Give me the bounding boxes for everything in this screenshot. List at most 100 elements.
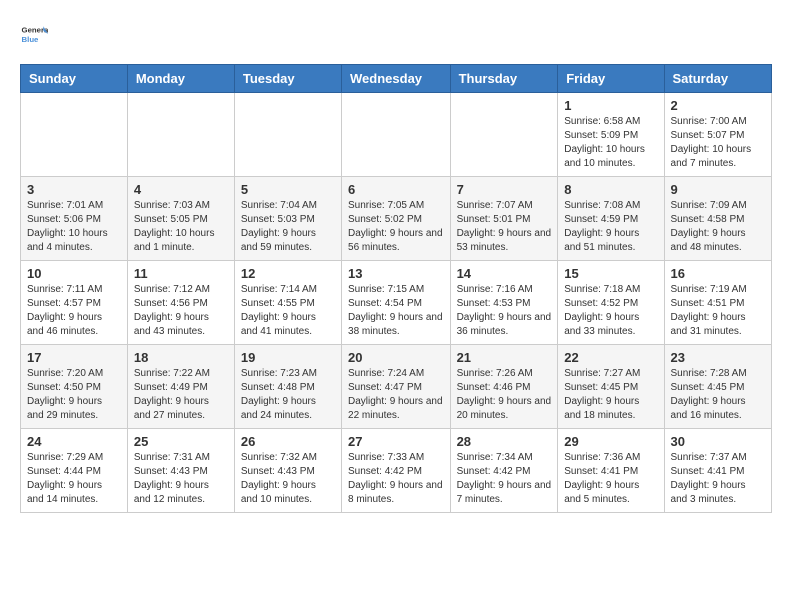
page-header: General Blue <box>20 20 772 48</box>
calendar-cell: 27 Sunrise: 7:33 AM Sunset: 4:42 PM Dayli… <box>342 429 451 513</box>
calendar-cell: 17 Sunrise: 7:20 AM Sunset: 4:50 PM Dayli… <box>21 345 128 429</box>
calendar-cell: 1Sunrise: 6:58 AM Sunset: 5:09 PM Daylig… <box>558 93 664 177</box>
day-number: 22 <box>564 350 657 365</box>
day-info: Sunrise: 7:22 AM Sunset: 4:49 PM Dayligh… <box>134 367 228 423</box>
day-number: 13 <box>348 266 444 281</box>
calendar-row: 24 Sunrise: 7:29 AM Sunset: 4:44 PM Dayli… <box>21 429 772 513</box>
day-number: 27 <box>348 434 444 449</box>
calendar-cell: 13 Sunrise: 7:15 AM Sunset: 4:54 PM Dayli… <box>342 261 451 345</box>
day-number: 14 <box>457 266 552 281</box>
calendar-cell: 12 Sunrise: 7:14 AM Sunset: 4:55 PM Dayli… <box>234 261 341 345</box>
day-number: 21 <box>457 350 552 365</box>
weekday-header-saturday: Saturday <box>664 65 771 93</box>
day-number: 8 <box>564 182 657 197</box>
day-info: Sunrise: 7:28 AM Sunset: 4:45 PM Dayligh… <box>671 367 765 423</box>
calendar-cell: 7 Sunrise: 7:07 AM Sunset: 5:01 PM Daylig… <box>450 177 558 261</box>
calendar-cell: 5 Sunrise: 7:04 AM Sunset: 5:03 PM Daylig… <box>234 177 341 261</box>
day-number: 16 <box>671 266 765 281</box>
calendar-cell: 3 Sunrise: 7:01 AM Sunset: 5:06 PM Daylig… <box>21 177 128 261</box>
calendar-cell <box>21 93 128 177</box>
day-number: 28 <box>457 434 552 449</box>
calendar-table: SundayMondayTuesdayWednesdayThursdayFrid… <box>20 64 772 513</box>
weekday-header-wednesday: Wednesday <box>342 65 451 93</box>
calendar-cell: 29 Sunrise: 7:36 AM Sunset: 4:41 PM Dayli… <box>558 429 664 513</box>
day-info: Sunrise: 7:14 AM Sunset: 4:55 PM Dayligh… <box>241 283 335 339</box>
day-info: Sunrise: 7:01 AM Sunset: 5:06 PM Dayligh… <box>27 199 121 255</box>
day-number: 23 <box>671 350 765 365</box>
calendar-cell: 23 Sunrise: 7:28 AM Sunset: 4:45 PM Dayli… <box>664 345 771 429</box>
day-info: Sunrise: 7:15 AM Sunset: 4:54 PM Dayligh… <box>348 283 444 339</box>
calendar-header: SundayMondayTuesdayWednesdayThursdayFrid… <box>21 65 772 93</box>
day-info: Sunrise: 7:20 AM Sunset: 4:50 PM Dayligh… <box>27 367 121 423</box>
calendar-cell: 8 Sunrise: 7:08 AM Sunset: 4:59 PM Daylig… <box>558 177 664 261</box>
day-info: Sunrise: 7:26 AM Sunset: 4:46 PM Dayligh… <box>457 367 552 423</box>
day-info: Sunrise: 7:09 AM Sunset: 4:58 PM Dayligh… <box>671 199 765 255</box>
day-info: Sunrise: 7:16 AM Sunset: 4:53 PM Dayligh… <box>457 283 552 339</box>
calendar-cell <box>234 93 341 177</box>
day-info: Sunrise: 7:11 AM Sunset: 4:57 PM Dayligh… <box>27 283 121 339</box>
day-info: Sunrise: 7:29 AM Sunset: 4:44 PM Dayligh… <box>27 451 121 507</box>
calendar-cell: 14 Sunrise: 7:16 AM Sunset: 4:53 PM Dayli… <box>450 261 558 345</box>
day-info: Sunrise: 7:05 AM Sunset: 5:02 PM Dayligh… <box>348 199 444 255</box>
day-number: 11 <box>134 266 228 281</box>
day-info: Sunrise: 7:07 AM Sunset: 5:01 PM Dayligh… <box>457 199 552 255</box>
day-info: Sunrise: 7:08 AM Sunset: 4:59 PM Dayligh… <box>564 199 657 255</box>
day-number: 2 <box>671 98 765 113</box>
calendar-cell: 16 Sunrise: 7:19 AM Sunset: 4:51 PM Dayli… <box>664 261 771 345</box>
weekday-header-friday: Friday <box>558 65 664 93</box>
day-number: 18 <box>134 350 228 365</box>
day-info: Sunrise: 7:03 AM Sunset: 5:05 PM Dayligh… <box>134 199 228 255</box>
day-info: Sunrise: 7:33 AM Sunset: 4:42 PM Dayligh… <box>348 451 444 507</box>
day-info: Sunrise: 7:37 AM Sunset: 4:41 PM Dayligh… <box>671 451 765 507</box>
weekday-header-tuesday: Tuesday <box>234 65 341 93</box>
day-number: 7 <box>457 182 552 197</box>
day-number: 19 <box>241 350 335 365</box>
calendar-cell: 19Sunrise: 7:23 AM Sunset: 4:48 PM Dayli… <box>234 345 341 429</box>
day-number: 5 <box>241 182 335 197</box>
svg-text:Blue: Blue <box>22 35 40 44</box>
weekday-header-sunday: Sunday <box>21 65 128 93</box>
day-number: 1 <box>564 98 657 113</box>
day-info: Sunrise: 7:36 AM Sunset: 4:41 PM Dayligh… <box>564 451 657 507</box>
day-info: Sunrise: 7:04 AM Sunset: 5:03 PM Dayligh… <box>241 199 335 255</box>
calendar-cell <box>342 93 451 177</box>
calendar-cell: 25Sunrise: 7:31 AM Sunset: 4:43 PM Dayli… <box>127 429 234 513</box>
day-info: Sunrise: 7:19 AM Sunset: 4:51 PM Dayligh… <box>671 283 765 339</box>
calendar-row: 17 Sunrise: 7:20 AM Sunset: 4:50 PM Dayli… <box>21 345 772 429</box>
calendar-cell: 9 Sunrise: 7:09 AM Sunset: 4:58 PM Daylig… <box>664 177 771 261</box>
calendar-row: 10 Sunrise: 7:11 AM Sunset: 4:57 PM Dayli… <box>21 261 772 345</box>
weekday-header-monday: Monday <box>127 65 234 93</box>
day-number: 17 <box>27 350 121 365</box>
day-number: 20 <box>348 350 444 365</box>
day-number: 6 <box>348 182 444 197</box>
day-info: Sunrise: 7:00 AM Sunset: 5:07 PM Dayligh… <box>671 115 765 171</box>
day-info: Sunrise: 7:27 AM Sunset: 4:45 PM Dayligh… <box>564 367 657 423</box>
calendar-cell: 24 Sunrise: 7:29 AM Sunset: 4:44 PM Dayli… <box>21 429 128 513</box>
calendar-cell: 28 Sunrise: 7:34 AM Sunset: 4:42 PM Dayli… <box>450 429 558 513</box>
day-info: Sunrise: 7:31 AM Sunset: 4:43 PM Dayligh… <box>134 451 228 507</box>
calendar-row: 3 Sunrise: 7:01 AM Sunset: 5:06 PM Daylig… <box>21 177 772 261</box>
logo: General Blue <box>20 20 52 48</box>
calendar-cell: 15Sunrise: 7:18 AM Sunset: 4:52 PM Dayli… <box>558 261 664 345</box>
day-info: Sunrise: 7:24 AM Sunset: 4:47 PM Dayligh… <box>348 367 444 423</box>
day-number: 9 <box>671 182 765 197</box>
day-number: 24 <box>27 434 121 449</box>
day-info: Sunrise: 7:32 AM Sunset: 4:43 PM Dayligh… <box>241 451 335 507</box>
day-number: 10 <box>27 266 121 281</box>
day-number: 26 <box>241 434 335 449</box>
header-row: SundayMondayTuesdayWednesdayThursdayFrid… <box>21 65 772 93</box>
day-number: 29 <box>564 434 657 449</box>
day-number: 3 <box>27 182 121 197</box>
calendar-cell: 6 Sunrise: 7:05 AM Sunset: 5:02 PM Daylig… <box>342 177 451 261</box>
day-number: 15 <box>564 266 657 281</box>
day-info: Sunrise: 7:34 AM Sunset: 4:42 PM Dayligh… <box>457 451 552 507</box>
calendar-cell: 21 Sunrise: 7:26 AM Sunset: 4:46 PM Dayli… <box>450 345 558 429</box>
logo-icon: General Blue <box>20 20 48 48</box>
calendar-cell <box>127 93 234 177</box>
day-number: 30 <box>671 434 765 449</box>
calendar-row: 1Sunrise: 6:58 AM Sunset: 5:09 PM Daylig… <box>21 93 772 177</box>
day-number: 12 <box>241 266 335 281</box>
day-number: 4 <box>134 182 228 197</box>
day-info: Sunrise: 7:12 AM Sunset: 4:56 PM Dayligh… <box>134 283 228 339</box>
calendar-cell: 26 Sunrise: 7:32 AM Sunset: 4:43 PM Dayli… <box>234 429 341 513</box>
